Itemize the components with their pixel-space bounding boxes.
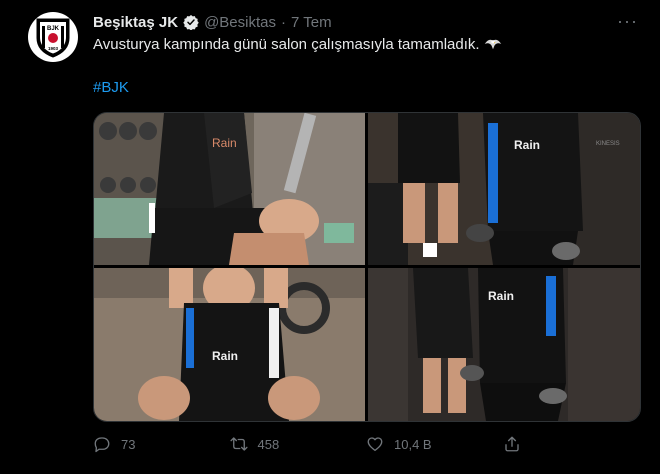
like-button[interactable]: 10,4 B (366, 435, 503, 453)
author-name[interactable]: Beşiktaş JK (93, 14, 178, 31)
eagle-emoji-icon (484, 39, 501, 50)
tweet-header: Beşiktaş JK @Besiktas · 7 Tem (93, 12, 332, 32)
heart-icon (367, 437, 383, 452)
sponsor-logo: Rain (488, 289, 514, 303)
reply-button[interactable]: 73 (93, 435, 230, 453)
like-count: 10,4 B (394, 436, 432, 452)
retweet-icon (229, 437, 248, 451)
sponsor-logo: Rain (212, 349, 238, 363)
photo-4[interactable]: Rain (368, 268, 640, 421)
hashtag-link[interactable]: #BJK (93, 79, 129, 96)
tweet-body: Avusturya kampında günü salon çalışmasıy… (93, 36, 480, 53)
reply-icon (94, 437, 110, 453)
separator-dot: · (280, 13, 286, 31)
verified-badge-icon (183, 15, 199, 30)
retweet-button[interactable]: 458 (229, 435, 367, 453)
tweet-actions: 73 458 10,4 B (93, 432, 639, 456)
tweet-timestamp[interactable]: 7 Tem (291, 14, 332, 31)
author-avatar[interactable]: BJK 1903 (28, 12, 78, 62)
sponsor-logo: Rain (212, 136, 237, 150)
more-options-icon[interactable]: ··· (617, 12, 638, 30)
tweet-text: Avusturya kampında günü salon çalışmasıy… (93, 36, 502, 53)
besiktas-logo-icon: BJK 1903 (36, 18, 70, 58)
logo-year: 1903 (48, 46, 59, 51)
author-handle[interactable]: @Besiktas (204, 14, 276, 31)
sponsor-logo: Rain (514, 138, 540, 152)
share-icon (504, 436, 519, 452)
logo-text: BJK (47, 26, 60, 32)
media-grid[interactable]: Rain Rain KINESIS Rain Rain (93, 112, 641, 422)
tweet[interactable]: BJK 1903 Beşiktaş JK @Besiktas · 7 Tem ·… (0, 0, 660, 474)
photo-1[interactable]: Rain (94, 113, 365, 265)
share-button[interactable] (503, 435, 640, 453)
photo-2[interactable]: Rain KINESIS (368, 113, 640, 265)
wall-text: KINESIS (596, 141, 620, 147)
retweet-count: 458 (257, 436, 280, 452)
reply-count: 73 (121, 436, 136, 452)
photo-3[interactable]: Rain (94, 268, 365, 421)
